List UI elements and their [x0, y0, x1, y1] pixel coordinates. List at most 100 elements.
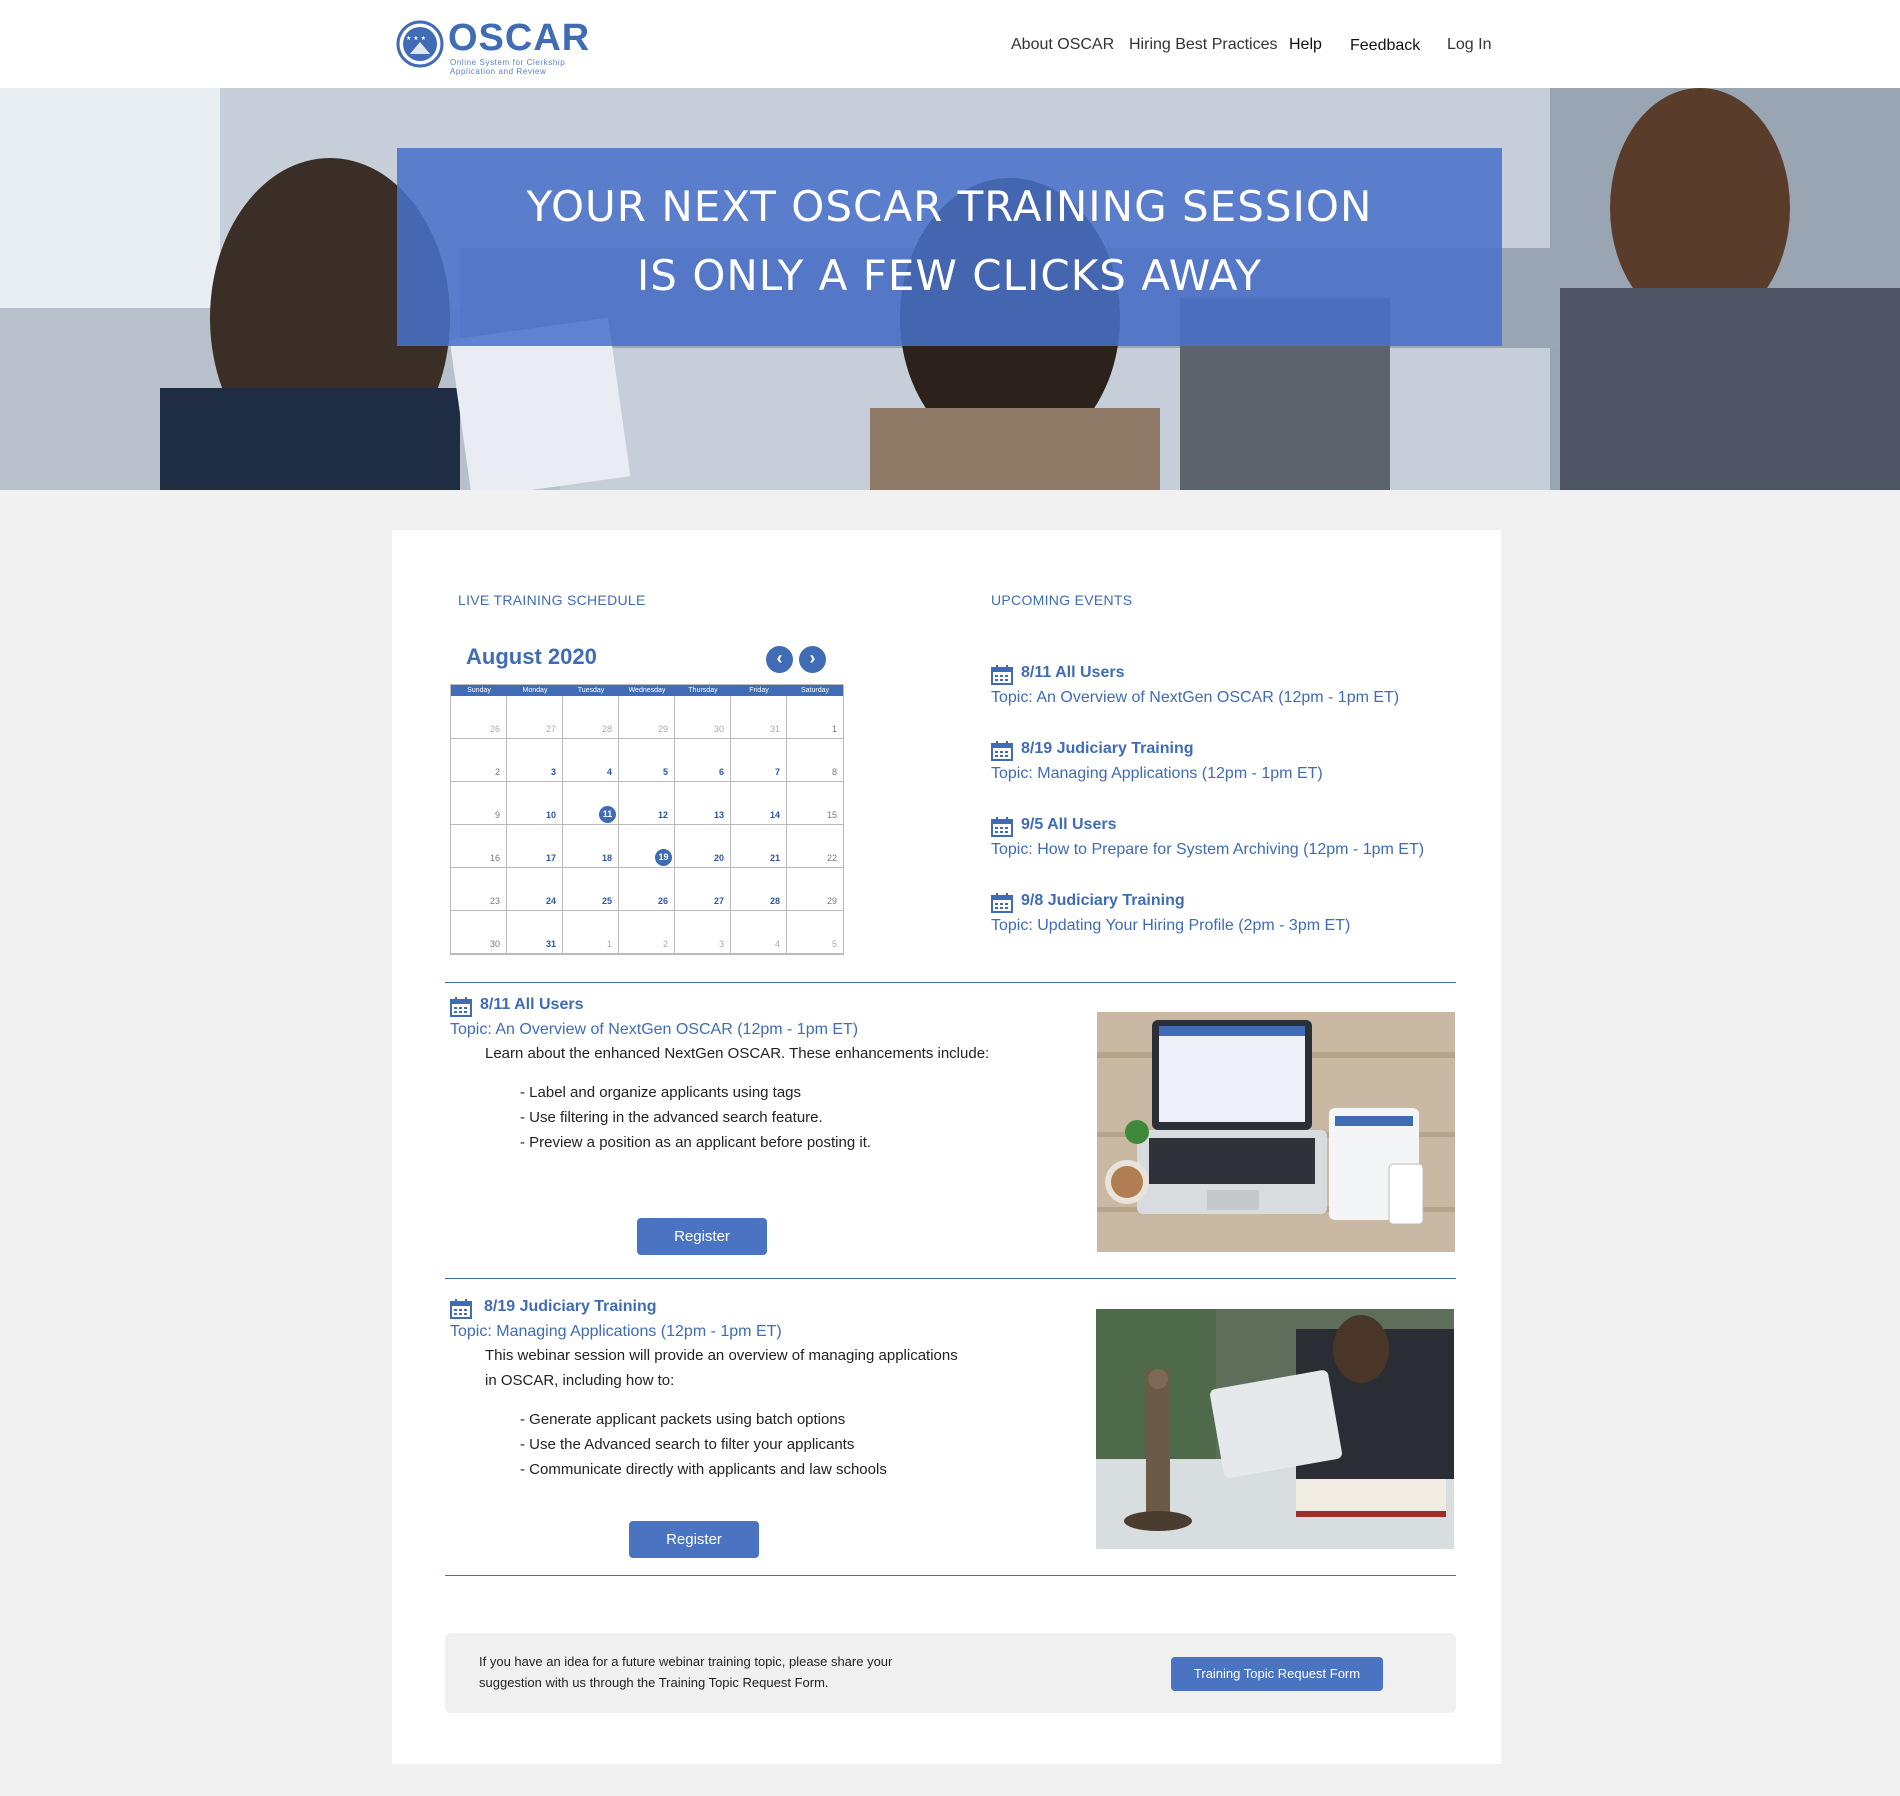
calendar-day[interactable]: 18 — [563, 825, 619, 868]
calendar-day[interactable]: 20 — [675, 825, 731, 868]
calendar-day[interactable]: 31 — [731, 696, 787, 739]
calendar-day[interactable]: 28 — [731, 868, 787, 911]
calendar-day-number: 15 — [826, 810, 837, 820]
calendar-day[interactable]: 8 — [787, 739, 843, 782]
calendar-day-number: 14 — [769, 810, 780, 820]
calendar-day[interactable]: 19 — [619, 825, 675, 868]
nav-hiring-best-practices[interactable]: Hiring Best Practices — [1129, 36, 1278, 54]
upcoming-event[interactable]: 9/5 All Users Topic: How to Prepare for … — [991, 816, 1471, 859]
nav-about[interactable]: About OSCAR — [1011, 36, 1114, 54]
event-detail-section: 8/11 All Users Topic: An Overview of Nex… — [450, 996, 1050, 1155]
list-item: - Label and organize applicants using ta… — [520, 1084, 802, 1101]
nav-help[interactable]: Help — [1289, 36, 1322, 54]
calendar-day[interactable]: 15 — [787, 782, 843, 825]
calendar-day-number: 29 — [657, 724, 668, 734]
calendar-day[interactable]: 4 — [563, 739, 619, 782]
oscar-logo[interactable]: ★ ★ ★ OSCAR Online System for Clerkship … — [396, 18, 589, 76]
topic-request-text: If you have an idea for a future webinar… — [479, 1651, 999, 1693]
hero-banner: YOUR NEXT OSCAR TRAINING SESSION IS ONLY… — [0, 88, 1900, 490]
calendar-day-number: 18 — [601, 853, 612, 863]
upcoming-event[interactable]: 9/8 Judiciary Training Topic: Updating Y… — [991, 892, 1471, 935]
nav-login[interactable]: Log In — [1447, 36, 1491, 54]
upcoming-event[interactable]: 8/11 All Users Topic: An Overview of Nex… — [991, 664, 1471, 707]
event-topic: Topic: How to Prepare for System Archivi… — [991, 841, 1425, 858]
calendar-day[interactable]: 14 — [731, 782, 787, 825]
calendar-day[interactable]: 27 — [675, 868, 731, 911]
calendar-day[interactable]: 25 — [563, 868, 619, 911]
calendar-day[interactable]: 28 — [563, 696, 619, 739]
upcoming-event[interactable]: 8/19 Judiciary Training Topic: Managing … — [991, 740, 1471, 783]
register-button[interactable]: Register — [629, 1521, 759, 1558]
oscar-seal-icon: ★ ★ ★ — [396, 20, 444, 68]
list-item: - Use filtering in the advanced search f… — [520, 1109, 823, 1126]
calendar-day[interactable]: 9 — [451, 782, 507, 825]
calendar-weekday-header: Sunday Monday Tuesday Wednesday Thursday Frid… — [451, 685, 843, 696]
calendar-day[interactable]: 2 — [451, 739, 507, 782]
calendar-day[interactable]: 27 — [507, 696, 563, 739]
calendar-day[interactable]: 11 — [563, 782, 619, 825]
event-title: 8/11 All Users — [480, 996, 584, 1013]
calendar-prev-button[interactable]: ‹ — [766, 646, 793, 673]
calendar-day[interactable]: 30 — [675, 696, 731, 739]
list-item: - Use the Advanced search to filter your… — [520, 1436, 855, 1453]
chevron-left-icon: ‹ — [776, 648, 783, 668]
calendar-day[interactable]: 1 — [563, 911, 619, 954]
calendar-day[interactable]: 16 — [451, 825, 507, 868]
calendar-day-number: 28 — [601, 724, 612, 734]
calendar-day-number: 4 — [606, 767, 612, 777]
topic-request-panel: If you have an idea for a future webinar… — [445, 1633, 1456, 1713]
calendar-day[interactable]: 31 — [507, 911, 563, 954]
calendar-day[interactable]: 29 — [619, 696, 675, 739]
calendar-day[interactable]: 2 — [619, 911, 675, 954]
calendar-day[interactable]: 1 — [787, 696, 843, 739]
calendar-day-number: 28 — [769, 896, 780, 906]
calendar-day[interactable]: 5 — [619, 739, 675, 782]
calendar-day[interactable]: 6 — [675, 739, 731, 782]
calendar-day-number: 1 — [831, 724, 837, 734]
calendar-day[interactable]: 12 — [619, 782, 675, 825]
topic-request-line: If you have an idea for a future webinar… — [479, 1654, 893, 1669]
calendar-day[interactable]: 3 — [675, 911, 731, 954]
calendar-day[interactable]: 22 — [787, 825, 843, 868]
event-bullet-list: - Generate applicant packets using batch… — [520, 1407, 1050, 1482]
calendar-day[interactable]: 13 — [675, 782, 731, 825]
calendar-day[interactable]: 26 — [451, 696, 507, 739]
calendar-day[interactable]: 4 — [731, 911, 787, 954]
calendar-day[interactable]: 23 — [451, 868, 507, 911]
training-topic-request-form-button[interactable]: Training Topic Request Form — [1171, 1657, 1383, 1691]
calendar-day-number: 26 — [489, 724, 500, 734]
calendar-day[interactable]: 21 — [731, 825, 787, 868]
calendar-day-number: 31 — [769, 724, 780, 734]
list-item: - Communicate directly with applicants a… — [520, 1461, 887, 1478]
calendar-day[interactable]: 10 — [507, 782, 563, 825]
calendar-day[interactable]: 5 — [787, 911, 843, 954]
calendar-day[interactable]: 29 — [787, 868, 843, 911]
calendar-day[interactable]: 7 — [731, 739, 787, 782]
calendar-icon — [991, 893, 1013, 913]
calendar-icon — [991, 817, 1013, 837]
calendar-next-button[interactable]: › — [799, 646, 826, 673]
svg-text:★ ★ ★: ★ ★ ★ — [406, 35, 426, 42]
event-topic: Topic: An Overview of NextGen OSCAR (12p… — [450, 1021, 859, 1038]
calendar-day-number: 13 — [713, 810, 724, 820]
calendar-day-number: 2 — [662, 939, 668, 949]
event-topic: Topic: Managing Applications (12pm - 1pm… — [450, 1323, 782, 1340]
event-title: 9/8 Judiciary Training — [1021, 892, 1185, 909]
calendar-day-number: 29 — [826, 896, 837, 906]
calendar-day-number: 27 — [545, 724, 556, 734]
calendar-day[interactable]: 30 — [451, 911, 507, 954]
calendar-day-number: 12 — [657, 810, 668, 820]
calendar-day[interactable]: 17 — [507, 825, 563, 868]
calendar-month: August 2020 — [466, 644, 597, 669]
register-button[interactable]: Register — [637, 1218, 767, 1255]
calendar-day[interactable]: 26 — [619, 868, 675, 911]
nav-feedback[interactable]: Feedback — [1350, 37, 1420, 55]
section-divider — [445, 1575, 1456, 1576]
calendar-day[interactable]: 24 — [507, 868, 563, 911]
live-training-schedule-title: LIVE TRAINING SCHEDULE — [458, 592, 646, 608]
calendar-day-number: 6 — [718, 767, 724, 777]
calendar-days: 26 27 28 29 30 31 1 2 3 4 5 6 7 8 9 10 11 12 13 14 15 16 17 18 1… — [451, 696, 843, 954]
calendar-day[interactable]: 3 — [507, 739, 563, 782]
hero-headline: YOUR NEXT OSCAR TRAINING SESSION — [526, 182, 1373, 231]
event-topic: Topic: An Overview of NextGen OSCAR (12p… — [991, 689, 1400, 706]
